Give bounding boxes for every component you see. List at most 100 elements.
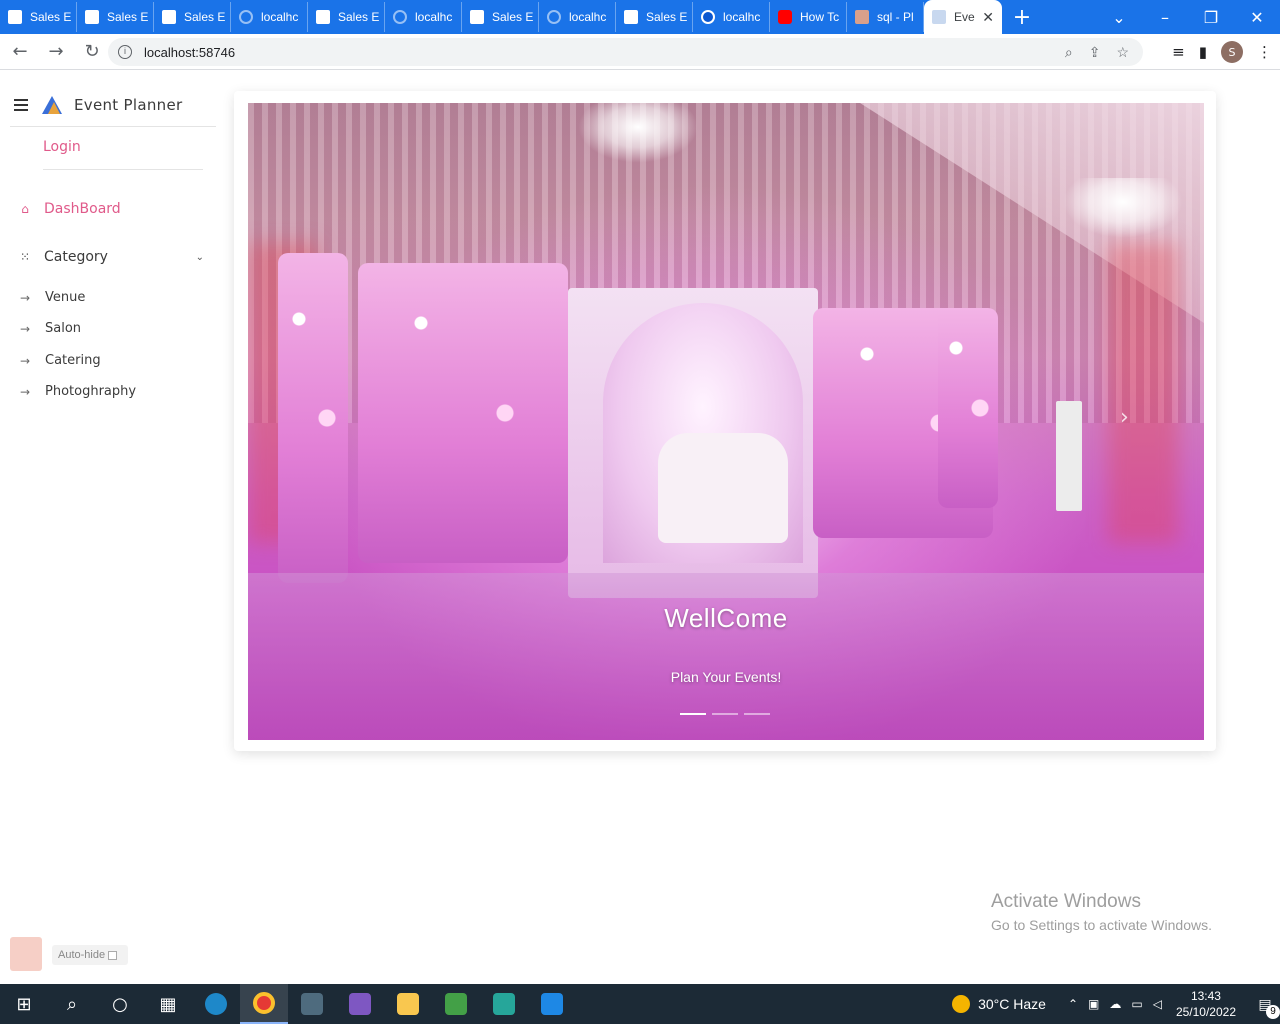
watermark-line1: Activate Windows	[991, 891, 1141, 912]
browser-tab[interactable]: localhc	[693, 2, 770, 32]
activate-windows-watermark: Activate Windows Go to Settings to activ…	[991, 891, 1212, 933]
home-icon: ⌂	[21, 202, 29, 216]
browser-tab[interactable]: Sales E	[308, 2, 385, 32]
notification-badge: 9	[1266, 1004, 1280, 1019]
tab-label: Sales E	[646, 10, 688, 24]
browser-tab[interactable]: Sales E	[154, 2, 231, 32]
notification-center-icon[interactable]: ▤ 9	[1250, 996, 1280, 1019]
chandelier	[578, 103, 698, 163]
sidebar-item-category[interactable]: ⁙ Category ⌄	[18, 249, 204, 265]
profile-avatar[interactable]: S	[1221, 41, 1243, 63]
back-icon[interactable]: ←	[4, 41, 36, 62]
autohide-checkbox[interactable]	[108, 950, 118, 960]
sidebar: Event Planner Login ⌂ DashBoard ⁙ Catego…	[0, 71, 226, 984]
tab-label: Sales E	[184, 10, 226, 24]
autohide-label: Auto-hide	[58, 949, 106, 961]
cortana-icon[interactable]: ○	[96, 984, 144, 1024]
browser-tab[interactable]: localhc	[385, 2, 462, 32]
volume-icon[interactable]: ◁	[1153, 997, 1162, 1011]
stackoverflow-icon	[855, 10, 869, 24]
side-panel-icon[interactable]: ▮	[1199, 43, 1207, 61]
browser-tab[interactable]: localhc	[539, 2, 616, 32]
weather-widget[interactable]: 30°C Haze	[952, 995, 1046, 1013]
onedrive-icon[interactable]: ☁	[1109, 997, 1121, 1011]
minimize-icon[interactable]: –	[1142, 8, 1188, 27]
windows-start-icon[interactable]: ⊞	[0, 984, 48, 1024]
clock[interactable]: 13:43 25/10/2022	[1176, 988, 1236, 1020]
tab-search-icon[interactable]: ⌄	[1096, 8, 1142, 27]
vs-browserlink-icon[interactable]	[10, 937, 42, 971]
photos-icon[interactable]	[528, 984, 576, 1024]
browser-tab[interactable]: Sales E	[462, 2, 539, 32]
meet-icon[interactable]: ▣	[1088, 997, 1099, 1011]
browser-tab[interactable]: sql - Pl	[847, 2, 924, 32]
globe-icon	[393, 10, 407, 24]
new-tab-button[interactable]: +	[1002, 5, 1042, 30]
zoom-icon[interactable]: ⌕	[1065, 44, 1073, 61]
brand-title: Event Planner	[74, 95, 183, 114]
browser-tab[interactable]: Sales E	[0, 2, 77, 32]
sidebar-subitem-photography[interactable]: → Photoghraphy	[20, 384, 136, 399]
tab-label: Sales E	[30, 10, 72, 24]
tab-label: localhc	[261, 10, 299, 24]
network-icon[interactable]: ▭	[1131, 997, 1142, 1011]
page-icon	[932, 10, 946, 24]
file-explorer-icon[interactable]	[384, 984, 432, 1024]
sidebar-subitem-catering[interactable]: → Catering	[20, 353, 101, 368]
network-app-icon[interactable]	[480, 984, 528, 1024]
browser-tab[interactable]: How Tc	[770, 2, 847, 32]
browser-tab[interactable]: Sales E	[616, 2, 693, 32]
chevron-up-icon[interactable]: ⌃	[1068, 997, 1078, 1011]
sofa	[658, 433, 788, 543]
sales-app-icon	[470, 10, 484, 24]
login-link[interactable]: Login	[43, 139, 203, 170]
sidebar-subitem-label: Catering	[45, 353, 101, 368]
browser-tab-active[interactable]: Eve ✕	[924, 0, 1002, 34]
visual-studio-icon[interactable]	[336, 984, 384, 1024]
menu-dots-icon[interactable]: ⋮	[1257, 43, 1272, 61]
restore-icon[interactable]: ❐	[1188, 8, 1234, 27]
carousel-slide-image: WellCome Plan Your Events! ›	[248, 103, 1204, 740]
brand-header: Event Planner	[10, 89, 216, 127]
site-info-icon[interactable]: i	[118, 45, 132, 59]
address-text: localhost:58746	[144, 44, 236, 60]
forward-icon[interactable]: →	[40, 41, 72, 62]
arrow-right-icon: →	[20, 321, 31, 336]
browser-tab[interactable]: Sales E	[77, 2, 154, 32]
carousel-next-icon[interactable]: ›	[1120, 405, 1129, 430]
chrome-icon[interactable]	[240, 984, 288, 1024]
carousel-indicator[interactable]	[712, 713, 738, 715]
tools-icon[interactable]	[288, 984, 336, 1024]
hamburger-menu-icon[interactable]	[14, 98, 28, 111]
search-icon[interactable]: ⌕	[48, 984, 96, 1024]
system-tray: 30°C Haze ⌃ ▣ ☁ ▭ ◁ 13:43 25/10/2022 ▤ 9	[952, 984, 1280, 1024]
sidebar-subitem-venue[interactable]: → Venue	[20, 290, 85, 305]
carousel-indicator[interactable]	[744, 713, 770, 715]
clock-date: 25/10/2022	[1175, 1005, 1236, 1019]
autohide-toggle[interactable]: Auto-hide	[52, 945, 128, 965]
arrow-right-icon: →	[20, 384, 31, 399]
sidebar-item-label: DashBoard	[44, 201, 121, 217]
carousel-indicators	[680, 713, 770, 715]
media-control-icon[interactable]: ≡	[1172, 43, 1185, 61]
browser-tab[interactable]: localhc	[231, 2, 308, 32]
bookmark-star-icon[interactable]: ☆	[1116, 44, 1129, 61]
close-tab-icon[interactable]: ✕	[982, 9, 994, 26]
sidebar-subitem-salon[interactable]: → Salon	[20, 321, 81, 336]
arrow-right-icon: →	[20, 290, 31, 305]
tab-label: Sales E	[492, 10, 534, 24]
close-window-icon[interactable]: ✕	[1234, 8, 1280, 27]
media-app-icon[interactable]	[432, 984, 480, 1024]
tab-label: Sales E	[107, 10, 149, 24]
reload-icon[interactable]: ↻	[76, 41, 108, 62]
carousel-card: WellCome Plan Your Events! ›	[234, 91, 1216, 751]
globe-icon	[547, 10, 561, 24]
address-bar[interactable]: i localhost:58746 ⌕ ⇪ ☆	[108, 38, 1143, 66]
carousel-indicator[interactable]	[680, 713, 706, 715]
share-icon[interactable]: ⇪	[1089, 44, 1101, 61]
weather-text: 30°C Haze	[978, 996, 1046, 1012]
clock-time: 13:43	[1190, 989, 1221, 1003]
sidebar-item-dashboard[interactable]: ⌂ DashBoard	[18, 201, 121, 217]
task-view-icon[interactable]: ▦	[144, 984, 192, 1024]
edge-icon[interactable]	[192, 984, 240, 1024]
